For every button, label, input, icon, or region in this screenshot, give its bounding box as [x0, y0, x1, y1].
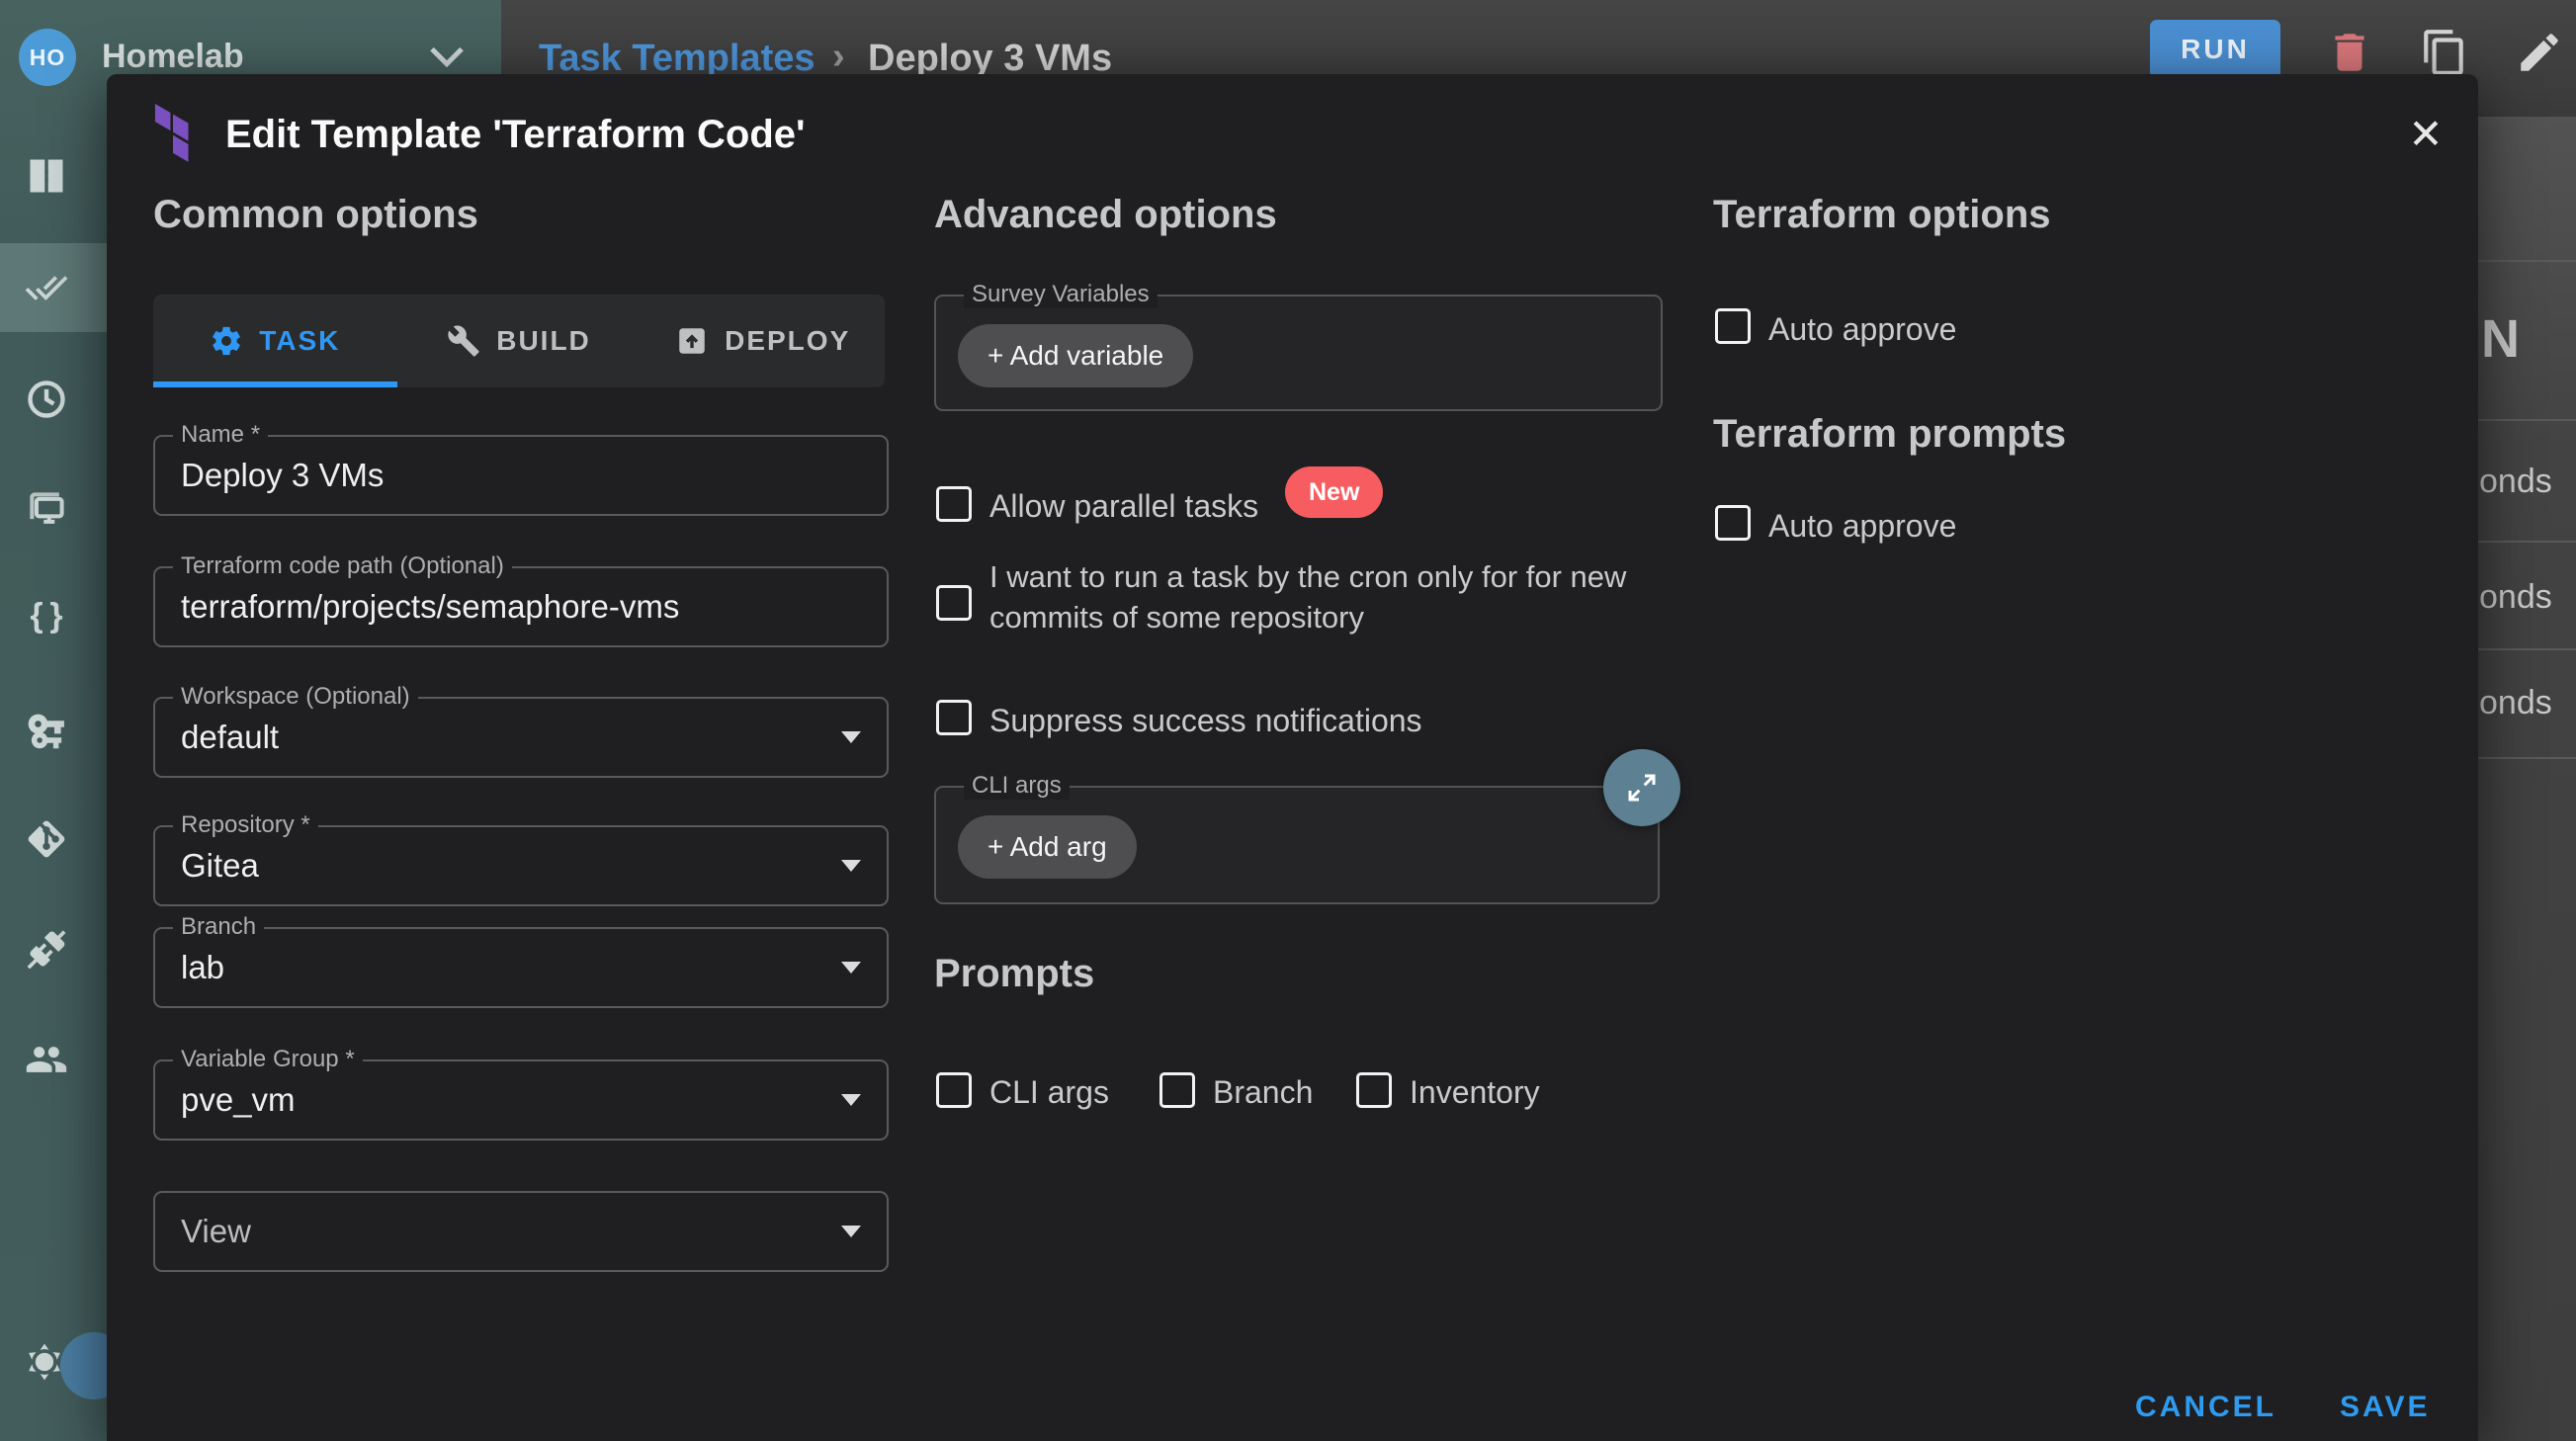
workspace-select[interactable]: Workspace (Optional) default [153, 697, 889, 778]
allow-parallel-checkbox[interactable] [936, 486, 972, 522]
app-root: HO Homelab { } [0, 0, 2576, 1441]
terraform-code-path-field[interactable]: Terraform code path (Optional) terraform… [153, 566, 889, 647]
schedule-clock-icon[interactable] [25, 378, 68, 421]
prompt-inventory-label: Inventory [1410, 1074, 1540, 1111]
tf-prompt-auto-approve-checkbox[interactable] [1715, 505, 1751, 541]
table-cell-fragment: onds [2479, 463, 2552, 501]
add-arg-button[interactable]: + Add arg [958, 815, 1137, 879]
field-label: Branch [173, 913, 264, 941]
deploy-box-icon [675, 324, 709, 358]
terraform-options-heading: Terraform options [1713, 193, 2051, 237]
table-cell-fragment: onds [2479, 684, 2552, 722]
table-cell-fragment: onds [2479, 578, 2552, 617]
tab-label: DEPLOY [725, 325, 850, 357]
active-tab-indicator [153, 381, 397, 387]
prompt-cli-args-label: CLI args [989, 1074, 1109, 1111]
field-label: Variable Group * [173, 1046, 363, 1073]
field-value: Gitea [181, 847, 259, 885]
tf-prompt-auto-approve-label: Auto approve [1768, 508, 1956, 545]
suppress-notifications-label: Suppress success notifications [989, 703, 1422, 739]
prompt-inventory-checkbox[interactable] [1356, 1072, 1392, 1108]
field-value: terraform/projects/semaphore-vms [181, 588, 679, 626]
dropdown-caret-icon [841, 860, 861, 872]
chevron-down-icon[interactable] [427, 43, 467, 71]
suppress-notifications-checkbox[interactable] [936, 700, 972, 735]
template-type-tabs: TASK BUILD DEPLOY [153, 295, 885, 387]
close-icon[interactable]: ✕ [2398, 106, 2453, 161]
project-name[interactable]: Homelab [102, 38, 244, 76]
run-button[interactable]: RUN [2150, 20, 2280, 79]
field-value: lab [181, 949, 224, 986]
field-value: pve_vm [181, 1081, 296, 1119]
fieldset-legend: Survey Variables [964, 281, 1158, 308]
prompt-branch-label: Branch [1213, 1074, 1313, 1111]
expand-arrows-icon [1624, 770, 1660, 805]
gear-icon [210, 324, 243, 358]
field-label: Name * [173, 421, 268, 449]
keys-icon[interactable] [25, 708, 68, 751]
cron-commits-checkbox[interactable] [936, 585, 972, 621]
field-label: Workspace (Optional) [173, 683, 418, 711]
team-people-icon[interactable] [25, 1038, 68, 1081]
dropdown-caret-icon [841, 731, 861, 743]
field-label: Terraform code path (Optional) [173, 552, 512, 580]
prompts-heading: Prompts [934, 952, 1094, 996]
variable-groups-icon[interactable]: { } [25, 594, 68, 637]
cancel-button[interactable]: CANCEL [2135, 1391, 2276, 1424]
survey-variables-fieldset: Survey Variables + Add variable [934, 295, 1663, 411]
variable-group-select[interactable]: Variable Group * pve_vm [153, 1060, 889, 1141]
tf-auto-approve-label: Auto approve [1768, 311, 1956, 348]
common-options-heading: Common options [153, 193, 478, 237]
field-placeholder: View [181, 1213, 251, 1250]
prompt-branch-checkbox[interactable] [1159, 1072, 1195, 1108]
dropdown-caret-icon [841, 1226, 861, 1237]
dashboard-icon[interactable] [25, 154, 68, 198]
cli-args-fieldset: CLI args + Add arg [934, 786, 1660, 904]
background-text-fragment: N [2481, 308, 2520, 370]
tab-label: TASK [259, 325, 340, 357]
task-templates-icon[interactable] [25, 266, 68, 309]
terraform-logo-icon [150, 104, 196, 165]
prompt-cli-args-checkbox[interactable] [936, 1072, 972, 1108]
expand-editor-button[interactable] [1603, 749, 1680, 826]
tab-deploy[interactable]: DEPLOY [641, 295, 885, 387]
tab-build[interactable]: BUILD [397, 295, 642, 387]
wrench-icon [447, 324, 480, 358]
dropdown-caret-icon [841, 1094, 861, 1106]
project-avatar[interactable]: HO [19, 29, 76, 86]
dialog-title: Edit Template 'Terraform Code' [225, 113, 806, 157]
dropdown-caret-icon [841, 962, 861, 974]
name-field[interactable]: Name * Deploy 3 VMs [153, 435, 889, 516]
delete-icon[interactable] [2325, 28, 2374, 77]
breadcrumb-separator: › [832, 36, 845, 78]
repository-select[interactable]: Repository * Gitea [153, 825, 889, 906]
field-label: Repository * [173, 811, 318, 839]
save-button[interactable]: SAVE [2340, 1391, 2430, 1424]
branch-select[interactable]: Branch lab [153, 927, 889, 1008]
integrations-plug-icon[interactable] [25, 928, 68, 972]
field-value: default [181, 719, 279, 756]
edit-template-dialog: Edit Template 'Terraform Code' ✕ Common … [107, 74, 2478, 1441]
tab-label: BUILD [496, 325, 591, 357]
repositories-git-icon[interactable] [25, 817, 68, 861]
cron-commits-label: I want to run a task by the cron only fo… [989, 556, 1729, 637]
copy-icon[interactable] [2420, 28, 2469, 77]
edit-pencil-icon[interactable] [2515, 28, 2564, 77]
add-variable-button[interactable]: + Add variable [958, 324, 1193, 387]
fieldset-legend: CLI args [964, 772, 1070, 800]
tab-task[interactable]: TASK [153, 295, 397, 387]
tf-auto-approve-checkbox[interactable] [1715, 308, 1751, 344]
terraform-prompts-heading: Terraform prompts [1713, 412, 2066, 457]
inventory-monitor-icon[interactable] [25, 487, 68, 531]
new-badge: New [1285, 466, 1383, 518]
allow-parallel-label: Allow parallel tasks [989, 488, 1258, 525]
view-select[interactable]: View [153, 1191, 889, 1272]
field-value: Deploy 3 VMs [181, 457, 384, 494]
advanced-options-heading: Advanced options [934, 193, 1277, 237]
